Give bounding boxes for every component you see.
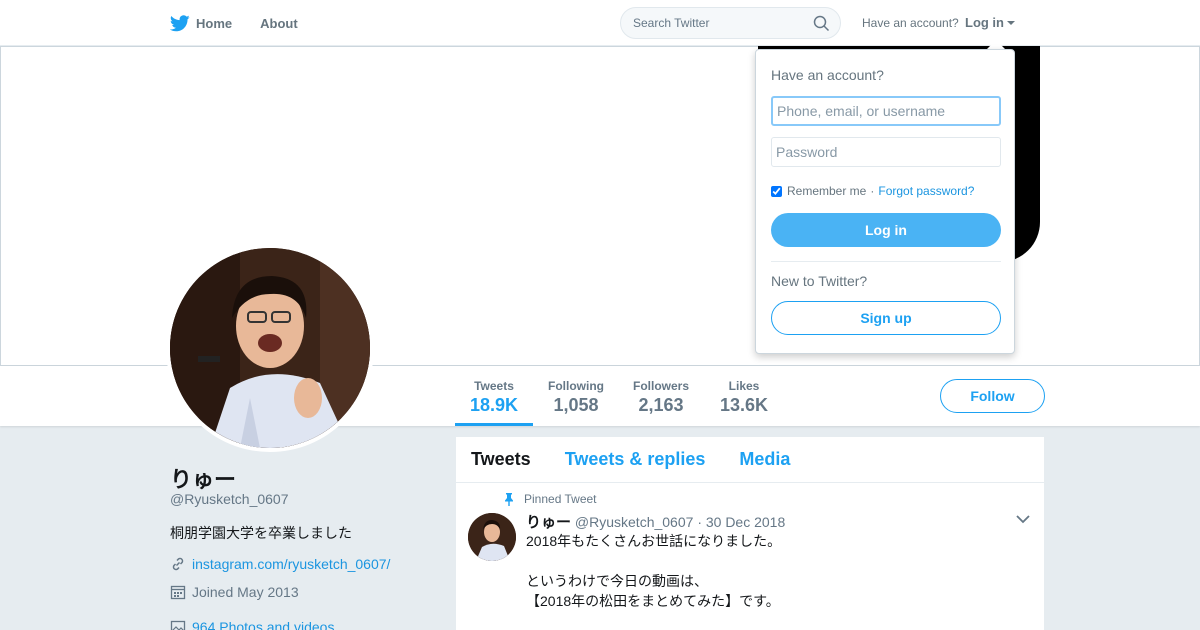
signup-button[interactable]: Sign up [771, 301, 1001, 335]
tweet-date[interactable]: · 30 Dec 2018 [697, 514, 785, 530]
nav-home-label: Home [196, 15, 233, 31]
tweet-author-name[interactable]: りゅー [526, 514, 571, 531]
login-button[interactable]: Log in [771, 213, 1001, 247]
tweet-line: というわけで今日の動画は、 [526, 573, 708, 589]
search-icon[interactable] [813, 15, 830, 32]
calendar-icon [170, 585, 186, 600]
profile-photos-link[interactable]: 964 Photos and videos [170, 619, 334, 630]
tweet-text: 2018年もたくさんお世話になりました。 というわけで今日の動画は、 【2018… [526, 531, 1026, 611]
profile-avatar[interactable] [166, 244, 374, 452]
timeline: Tweets Tweets & replies Media Pinned Twe… [456, 437, 1044, 630]
caret-down-icon [1007, 20, 1015, 25]
stat-label: Tweets [474, 379, 514, 393]
username-input[interactable] [771, 96, 1001, 126]
stat-followers[interactable]: Followers 2,163 [625, 366, 697, 426]
pinned-label-text: Pinned Tweet [524, 492, 597, 506]
nav-about-link[interactable]: About [260, 16, 298, 31]
remember-me-label[interactable]: Remember me [787, 184, 866, 198]
nav-home-link[interactable]: Home [170, 14, 233, 32]
timeline-tabs: Tweets Tweets & replies Media [456, 437, 1044, 483]
follow-button[interactable]: Follow [940, 379, 1045, 413]
search-input[interactable]: Search Twitter [620, 7, 841, 39]
tweet-header: りゅー @Ryusketch_0607 · 30 Dec 2018 [526, 511, 785, 532]
tweet-line [526, 551, 1026, 571]
login-dropdown: Have an account? Remember me · Forgot pa… [755, 49, 1015, 354]
pin-icon [505, 492, 513, 506]
profile-website-text: instagram.com/ryusketch_0607/ [192, 556, 391, 572]
have-account-text: Have an account? [862, 16, 959, 30]
stat-following[interactable]: Following 1,058 [540, 366, 612, 426]
login-dropdown-toggle[interactable]: Log in [965, 15, 1015, 30]
stat-label: Following [548, 379, 604, 393]
profile-bio: 桐朋学園大学を卒業しました [170, 525, 352, 541]
chevron-down-icon[interactable] [1016, 515, 1030, 524]
stat-label: Followers [632, 379, 689, 393]
divider [771, 261, 1001, 262]
new-to-twitter-text: New to Twitter? [771, 273, 868, 289]
avatar-image [170, 248, 370, 448]
search-placeholder: Search Twitter [633, 16, 710, 30]
tweet-line: 2018年もたくさんお世話になりました。 [526, 533, 782, 549]
profile-website[interactable]: instagram.com/ryusketch_0607/ [170, 556, 390, 572]
stat-value: 1,058 [553, 395, 599, 415]
remember-me-checkbox[interactable] [771, 185, 782, 197]
tab-tweets-replies[interactable]: Tweets & replies [565, 449, 706, 470]
link-icon [172, 557, 184, 571]
stat-value: 2,163 [638, 395, 684, 415]
tweet-line: 【2018年の松田をまとめてみた】です。 [526, 593, 780, 609]
profile-photos-text: 964 Photos and videos [192, 619, 335, 630]
login-label: Log in [965, 15, 1004, 30]
profile-joined-text: Joined May 2013 [192, 584, 299, 600]
password-input[interactable] [771, 137, 1001, 167]
profile-name[interactable]: りゅー [170, 462, 236, 494]
stat-label: Likes [728, 379, 760, 393]
tab-tweets[interactable]: Tweets [471, 449, 531, 470]
forgot-password-link[interactable]: Forgot password? [878, 184, 974, 198]
profile-joined: Joined May 2013 [170, 584, 299, 600]
stat-value: 18.9K [469, 395, 519, 415]
photo-icon [170, 620, 186, 630]
profile-handle[interactable]: @Ryusketch_0607 [170, 491, 289, 507]
separator-dot: · [870, 184, 875, 198]
twitter-bird-icon [170, 14, 190, 31]
login-dropdown-title: Have an account? [771, 67, 884, 83]
stat-tweets[interactable]: Tweets 18.9K [455, 366, 533, 426]
stat-likes[interactable]: Likes 13.6K [712, 366, 776, 426]
stat-value: 13.6K [719, 395, 769, 415]
tweet-author-handle[interactable]: @Ryusketch_0607 [575, 514, 694, 530]
tweet-avatar[interactable] [468, 513, 516, 561]
pinned-tweet-label: Pinned Tweet [504, 492, 597, 506]
top-navigation-bar: Home About Search Twitter Have an accoun… [0, 0, 1200, 46]
remember-me-row: Remember me · Forgot password? [771, 184, 974, 198]
tab-media[interactable]: Media [739, 449, 790, 470]
nav-left: Home About [170, 0, 298, 46]
